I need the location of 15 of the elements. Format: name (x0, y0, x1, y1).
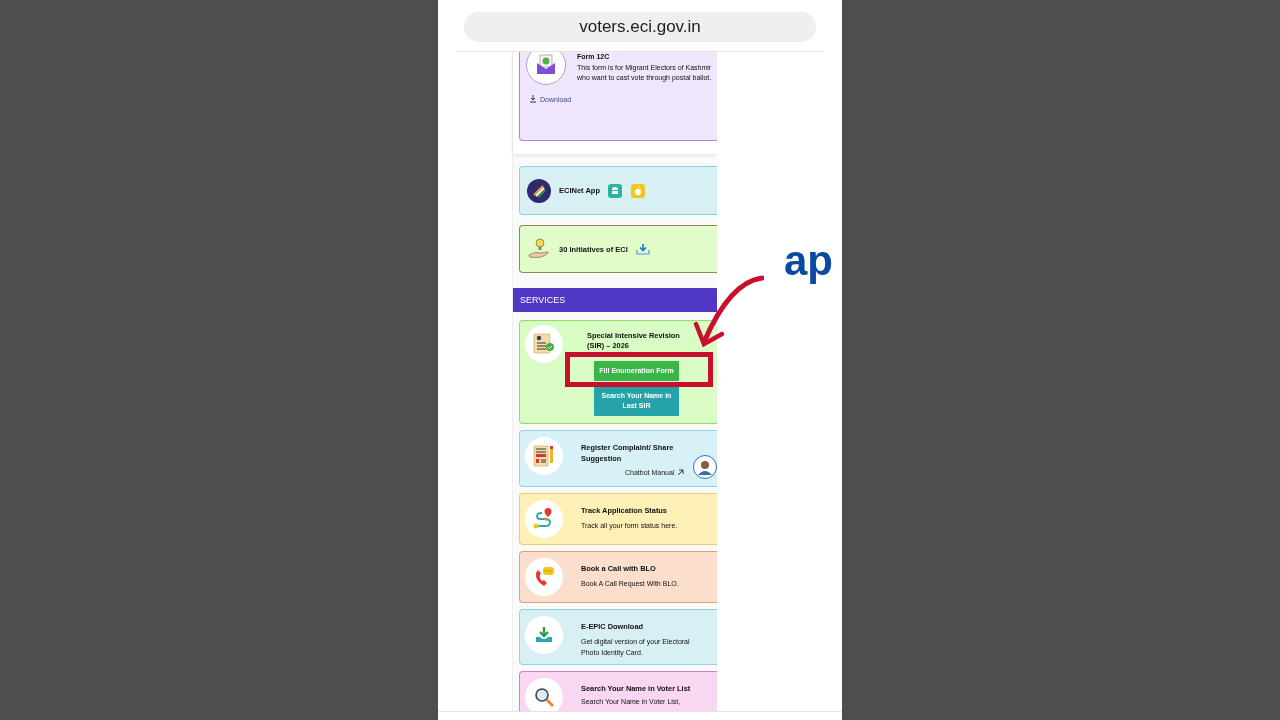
ballot-icon (527, 178, 551, 203)
magnifier-icon (533, 686, 555, 708)
android-icon (608, 183, 622, 198)
avatar-icon[interactable] (693, 454, 717, 480)
hand-bulb-icon (527, 237, 551, 261)
address-bar[interactable]: voters.eci.gov.in (464, 12, 816, 42)
external-link-icon (677, 468, 685, 476)
apple-icon (631, 183, 645, 198)
checklist-icon (532, 332, 556, 356)
download-icon (635, 243, 650, 255)
download-icon (534, 625, 554, 645)
download-icon (529, 95, 537, 103)
overlay-text: ap (784, 236, 833, 286)
section-header: SERVICES (513, 288, 717, 312)
document-pencil-icon (532, 444, 556, 468)
